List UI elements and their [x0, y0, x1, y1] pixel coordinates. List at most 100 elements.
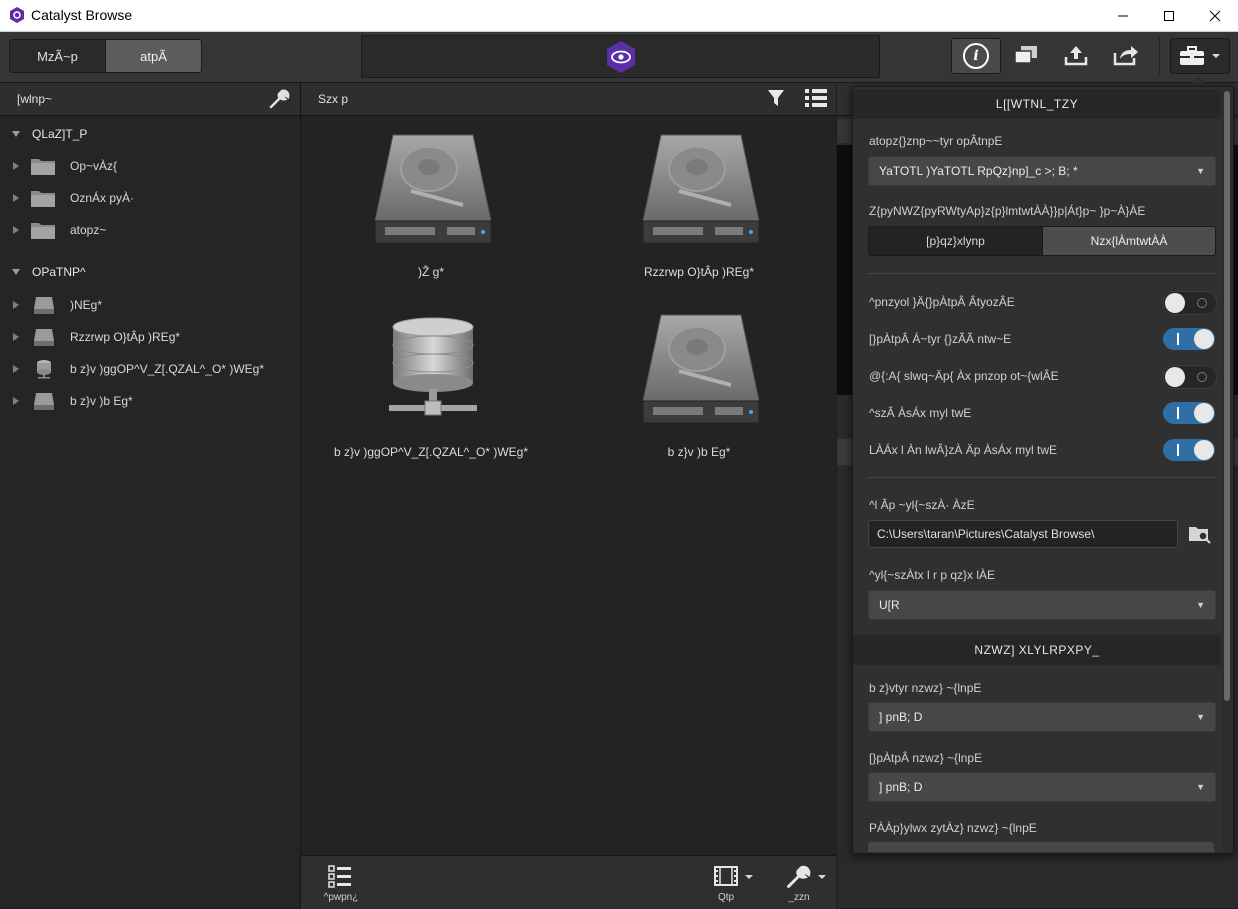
snapshot-path-value: C:\Users\taran\Pictures\Catalyst Browse\	[877, 527, 1095, 541]
select-value: ] pnB; D	[879, 710, 923, 724]
browse-folder-icon[interactable]	[1188, 524, 1212, 544]
setting-label: b z}vtyr nzwz} ~{lnpE	[869, 681, 982, 695]
tile-label: b z}v )b Eg*	[667, 445, 731, 459]
checklist-icon	[328, 865, 351, 888]
share-button[interactable]	[1106, 38, 1146, 72]
toggle-switch[interactable]	[1163, 291, 1217, 315]
toggle-switch[interactable]	[1163, 402, 1215, 424]
expand-right-icon	[13, 226, 19, 234]
setting-label: atopz{}znp~~tyr opÂtnpE	[869, 134, 1003, 148]
hard-drive-icon	[374, 134, 492, 244]
info-icon: i	[963, 43, 989, 69]
settings-scroll-thumb[interactable]	[1224, 91, 1230, 701]
toggle-on-indicator	[1177, 444, 1179, 456]
tree-group-title: OPaTNP^	[32, 265, 86, 279]
snapshot-format-select[interactable]: U[R ▼	[868, 590, 1216, 620]
share-icon	[1113, 46, 1138, 66]
toolbox-icon	[1180, 46, 1204, 65]
section-divider	[867, 273, 1215, 274]
tools-button[interactable]: _zzn	[783, 862, 829, 906]
performance-segment[interactable]: [p}qz}xlynp	[868, 226, 1043, 256]
minimize-button[interactable]	[1100, 0, 1146, 31]
filter-icon[interactable]	[767, 89, 785, 107]
media-tile[interactable]: b z}v )b Eg*	[569, 311, 829, 471]
tile-label: )Ž g*	[417, 265, 444, 279]
tree-item[interactable]: b z}v )b Eg*	[0, 385, 300, 417]
snapshot-path-input[interactable]: C:\Users\taran\Pictures\Catalyst Browse\	[868, 520, 1178, 548]
tree-item[interactable]: b z}v )ggOP^V_Z[.QZAL^_O* )WEg*	[0, 353, 300, 385]
tree-item[interactable]: OznÁx pyÀ·	[0, 182, 300, 214]
browser-panel: Szx p )Ž g* Rzzrwp O}tÂp)REg* b z}v)gg…	[301, 83, 836, 909]
preview-color-select[interactable]: ] pnB; D ▼	[868, 772, 1216, 802]
media-tile[interactable]: b z}v )ggOP^V_Z[.QZAL^_O* )WEg*	[301, 311, 561, 471]
setting-label: Z{pyNWZ{pyRWtyAp}z{p}lmtwtÀÀ}}p|Át}p~ }p…	[869, 204, 1146, 218]
expand-right-icon	[13, 365, 19, 373]
chevron-down-icon	[818, 875, 826, 879]
tree-item[interactable]: Op~vÀz{	[0, 150, 300, 182]
list-view-icon[interactable]	[805, 88, 827, 108]
select-button[interactable]: ^pwpn¿	[321, 862, 361, 906]
folder-icon	[31, 223, 55, 239]
minimize-icon	[1118, 15, 1128, 16]
select-value: YaTOTL )YaTOTL RpQz}np]_c >; B; *	[879, 164, 1078, 178]
tree-item[interactable]: Rzzrwp O}tÂp )REg*	[0, 321, 300, 353]
dropdown-caret-icon: ▼	[1196, 166, 1205, 176]
main-toolbar: MzÃ~p atpÃ i	[0, 32, 1238, 84]
upload-button[interactable]	[1056, 38, 1096, 72]
folder-icon	[31, 159, 55, 175]
thumbnail-device-select[interactable]: YaTOTL )YaTOTL RpQz}np]_c >; B; * ▼	[868, 156, 1216, 186]
window-title: Catalyst Browse	[31, 7, 133, 23]
select-value: U[R	[879, 598, 900, 612]
wrench-icon[interactable]	[268, 89, 290, 109]
clip-button[interactable]: Qtp	[711, 862, 757, 906]
expand-right-icon	[13, 162, 19, 170]
toggle-knob	[1194, 403, 1214, 423]
dropdown-caret-icon: ▼	[1196, 600, 1205, 610]
mode-tab-left[interactable]: MzÃ~p	[9, 39, 106, 73]
close-button[interactable]	[1192, 0, 1238, 31]
tools-menu-button[interactable]	[1170, 38, 1230, 74]
toggle-switch[interactable]	[1163, 365, 1217, 389]
hard-drive-icon	[34, 297, 54, 314]
toggle-knob	[1165, 367, 1185, 387]
select-value: ] pnB; D	[879, 780, 923, 794]
expand-right-icon	[13, 397, 19, 405]
settings-section-header: L[[WTNL_TZY	[853, 89, 1221, 119]
working-color-select[interactable]: ] pnB; D ▼	[868, 702, 1216, 732]
network-drive-icon	[37, 360, 51, 379]
dropdown-caret-icon: ▼	[1196, 712, 1205, 722]
media-tile[interactable]: Rzzrwp O}tÂp )REg*	[569, 131, 829, 291]
toggle-switch[interactable]	[1163, 328, 1215, 350]
tree-item[interactable]: )NEg*	[0, 289, 300, 321]
toggle-label: ^szÂ ÀsÁx myl twE	[869, 406, 972, 420]
app-logo-icon	[10, 7, 24, 23]
setting-label: ^yl{~szÀtx l r p qz}x lÀE	[869, 568, 996, 582]
close-icon	[1209, 10, 1221, 21]
toggle-knob	[1194, 329, 1214, 349]
media-tile[interactable]: )Ž g*	[301, 131, 561, 291]
info-button[interactable]: i	[951, 38, 1001, 74]
maximize-icon	[1164, 10, 1174, 21]
tree-item-label: Op~vÀz{	[70, 159, 118, 173]
maximize-button[interactable]	[1146, 0, 1192, 31]
tree-item[interactable]: atopz~	[0, 214, 300, 246]
title-bar: Catalyst Browse	[0, 0, 1238, 32]
browser-bottom-bar: ^pwpn¿ Qtp _zzn	[301, 855, 836, 909]
section-divider	[867, 477, 1215, 478]
compatibility-segment[interactable]: Nzx{lÀmtwtÀÀ	[1042, 226, 1216, 256]
windows-button[interactable]	[1006, 38, 1046, 72]
mode-tab-right[interactable]: atpÃ	[105, 39, 202, 73]
tree-group-locations[interactable]: QLaZ]T_P	[0, 118, 300, 150]
chevron-down-icon	[745, 875, 753, 879]
toggle-switch[interactable]	[1163, 439, 1215, 461]
tree-item-label: b z}v )ggOP^V_Z[.QZAL^_O* )WEg*	[70, 362, 264, 376]
tree-group-devices[interactable]: OPaTNP^	[0, 256, 300, 288]
expand-right-icon	[13, 301, 19, 309]
external-color-select[interactable]	[868, 842, 1214, 852]
expand-right-icon	[13, 333, 19, 341]
sources-header-title: [wlnp~	[17, 92, 53, 106]
tree-item-label: Rzzrwp O}tÂp )REg*	[70, 330, 181, 344]
setting-label: [}pÀtpÂ nzwz} ~{lnpE	[869, 751, 983, 765]
hard-drive-icon	[642, 314, 760, 424]
sources-header: [wlnp~	[0, 83, 300, 116]
